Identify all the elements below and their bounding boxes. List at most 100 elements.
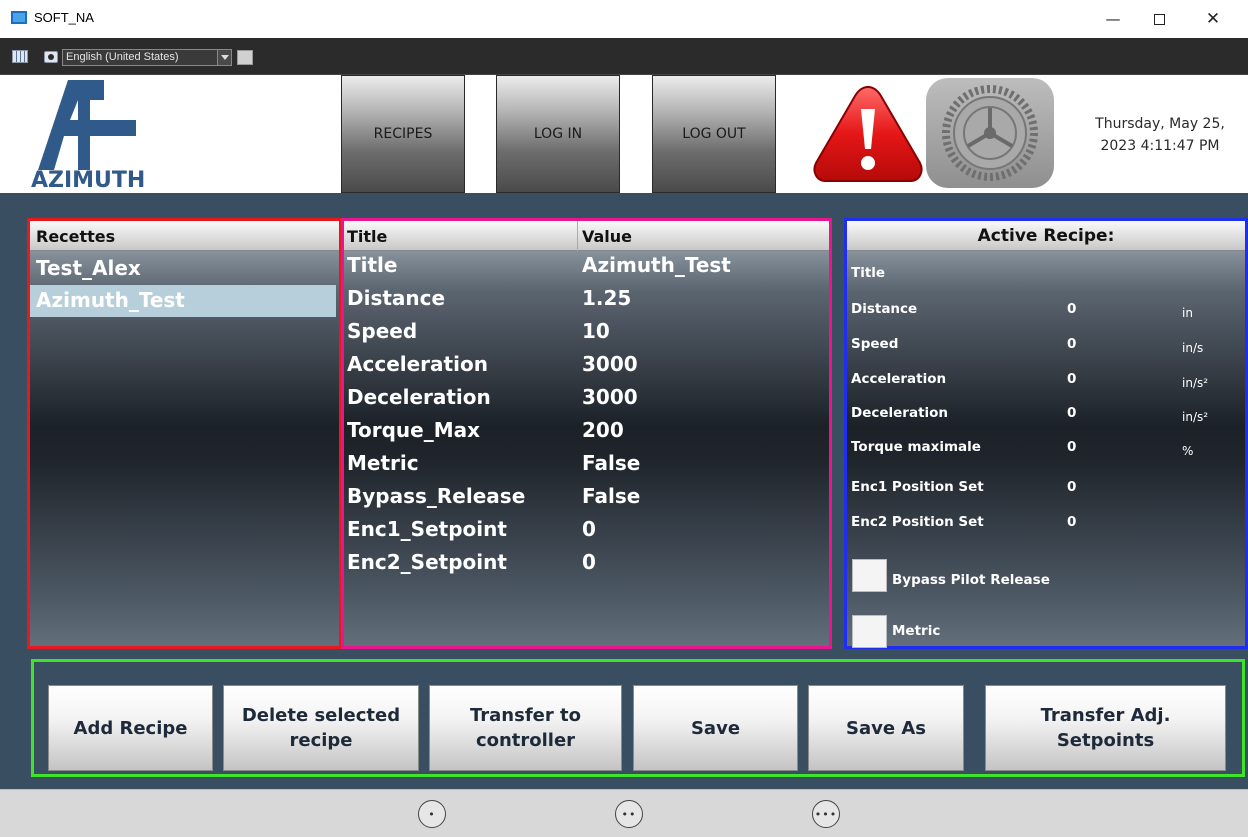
active-recipe-row: Speed 0 in/s [847,336,1245,360]
active-row-value: 0 [1067,405,1077,421]
active-row-key: Distance [851,301,918,317]
window-titlebar: SOFT_NA — ✕ [0,0,1248,38]
active-row-value: 0 [1067,301,1077,317]
transfer-to-controller-button[interactable]: Transfer to controller [429,685,622,771]
active-recipe-row: Acceleration 0 in/s² [847,371,1245,395]
row-value: 200 [582,418,624,442]
page-2-dot-icon[interactable]: •• [615,800,643,828]
transfer-label-line1: Transfer to [469,705,581,726]
table-row[interactable]: Enc2_Setpoint 0 [344,548,824,580]
row-value: 0 [582,550,596,574]
values-header: Title Value [344,221,829,251]
active-recipe-row: Distance 0 in [847,301,1245,325]
transfer-adj-label-line2: Setpoints [1056,730,1155,751]
bypass-pilot-release-checkbox[interactable] [852,559,887,592]
recipe-values-panel: Title Value Title Azimuth_Test Distance 1.2… [341,218,832,649]
active-row-key: Enc2 Position Set [851,514,984,530]
alarm-icon[interactable] [812,83,924,187]
active-row-unit: in/s² [1182,376,1209,390]
page-1-dot-icon[interactable]: • [418,800,446,828]
active-row-key: Enc1 Position Set [851,479,984,495]
settings-button[interactable] [926,78,1054,188]
column-header-title[interactable]: Title [347,227,387,246]
active-row-unit: in/s [1182,341,1204,355]
save-as-button[interactable]: Save As [808,685,964,771]
table-row[interactable]: Bypass_Release False [344,482,824,514]
delete-recipe-button[interactable]: Delete selected recipe [223,685,419,771]
active-row-key: Torque maximale [851,439,981,455]
login-button[interactable]: LOG IN [496,75,620,193]
main-area: Recettes Test_Alex Azimuth_Test Title Va… [0,193,1248,789]
minimize-icon[interactable]: — [1090,4,1136,34]
row-value: 10 [582,319,610,343]
row-value: 3000 [582,385,638,409]
row-key: Title [347,253,398,277]
table-row[interactable]: Speed 10 [344,317,824,349]
delete-recipe-label-line2: recipe [289,730,353,751]
table-row[interactable]: Acceleration 3000 [344,350,824,382]
active-row-unit: in/s² [1182,410,1209,424]
datetime-display: Thursday, May 25, 2023 4:11:47 PM [1072,113,1248,157]
camera-icon[interactable] [44,51,58,63]
active-row-value: 0 [1067,514,1077,530]
header: AZIMUTH RECIPES LOG IN LOG OUT Thursday,… [0,75,1248,193]
row-value: 1.25 [582,286,632,310]
row-value: 0 [582,517,596,541]
bypass-pilot-release-label: Bypass Pilot Release [892,572,1050,588]
row-key: Speed [347,319,418,343]
row-value: 3000 [582,352,638,376]
active-title-row: Title [847,265,1245,289]
toolbar-square-button[interactable] [237,50,253,65]
row-value: Azimuth_Test [582,253,731,277]
row-value: False [582,484,641,508]
active-recipe-title: Active Recipe: [977,226,1115,246]
recettes-header: Recettes [30,221,339,251]
column-header-value[interactable]: Value [582,227,632,246]
table-row[interactable]: Enc1_Setpoint 0 [344,515,824,547]
delete-recipe-label-line1: Delete selected [241,705,401,726]
active-recipe-row: Enc2 Position Set 0 [847,514,1245,538]
window-title: SOFT_NA [34,10,94,25]
row-key: Enc1_Setpoint [347,517,507,541]
page-3-dot-icon[interactable]: ••• [812,800,840,828]
row-key: Enc2_Setpoint [347,550,507,574]
active-recipe-row: Torque maximale 0% [847,439,1245,463]
active-row-unit: in [1182,306,1193,320]
table-row[interactable]: Title Azimuth_Test [344,251,824,283]
row-key: Acceleration [347,352,488,376]
active-recipe-panel: Active Recipe: Title Distance 0 in Speed 0 in… [844,218,1248,649]
maximize-icon[interactable] [1136,4,1182,34]
language-select[interactable]: English (United States) [62,49,232,66]
datetime-line1: Thursday, May 25, [1095,116,1225,132]
active-row-key: Deceleration [851,405,949,421]
row-key: Bypass_Release [347,484,526,508]
row-key: Deceleration [347,385,491,409]
list-item-selected[interactable]: Azimuth_Test [30,285,336,317]
add-recipe-button[interactable]: Add Recipe [48,685,213,771]
close-icon[interactable]: ✕ [1190,4,1236,34]
recipes-button[interactable]: RECIPES [341,75,465,193]
active-recipe-row: Enc1 Position Set 0 [847,479,1245,503]
transfer-adj-label-line1: Transfer Adj. [1040,705,1171,726]
table-row[interactable]: Torque_Max 200 [344,416,824,448]
grid-icon[interactable] [12,50,28,63]
row-key: Metric [347,451,419,475]
table-row[interactable]: Metric False [344,449,824,481]
active-recipe-row: Deceleration 0 in/s² [847,405,1245,429]
row-key: Distance [347,286,446,310]
active-row-key: Speed [851,336,899,352]
table-row[interactable]: Deceleration 3000 [344,383,824,415]
transfer-adj-setpoints-button[interactable]: Transfer Adj. Setpoints [985,685,1226,771]
metric-checkbox[interactable] [852,615,887,648]
table-row[interactable]: Distance 1.25 [344,284,824,316]
language-select-value: English (United States) [66,51,179,63]
active-recipe-header: Active Recipe: [847,221,1245,251]
active-row-unit: % [1182,444,1194,458]
save-button[interactable]: Save [633,685,798,771]
logout-button[interactable]: LOG OUT [652,75,776,193]
active-row-value: 0 [1067,336,1077,352]
chevron-down-icon[interactable] [217,50,231,65]
metric-label: Metric [892,623,941,639]
toolbar: English (United States) [0,38,1248,75]
list-item[interactable]: Test_Alex [30,253,336,285]
